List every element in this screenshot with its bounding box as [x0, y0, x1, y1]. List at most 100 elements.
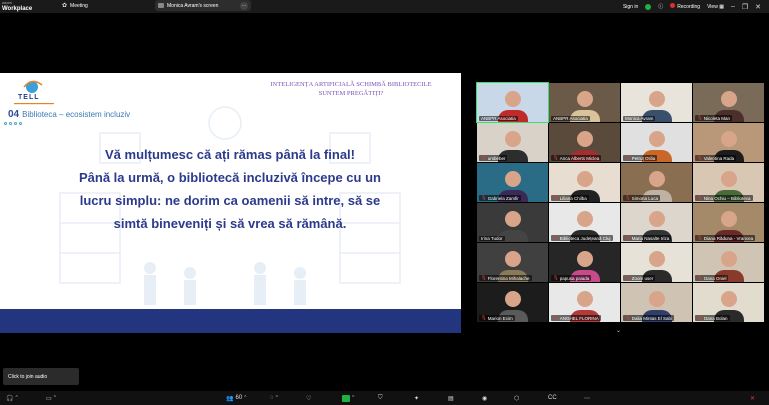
- sign-in-link[interactable]: Sign in: [623, 4, 638, 10]
- caret-up-icon: ^: [352, 395, 355, 401]
- participant-tile[interactable]: 🎙 Petruț Otilia: [621, 123, 692, 162]
- participant-tile[interactable]: 🎙 ANGHEL FLORINA: [549, 283, 620, 322]
- share-button[interactable]: ^: [342, 393, 354, 403]
- participant-video-face: [720, 170, 737, 187]
- participant-name-text: Nicoleta Man: [703, 115, 730, 121]
- summary-button[interactable]: ▤: [448, 393, 454, 403]
- muted-mic-icon: 🎙: [553, 315, 559, 320]
- camera-icon: ▭: [46, 395, 52, 402]
- participant-video-face: [576, 210, 593, 227]
- participant-tile[interactable]: 🎙 papusa paiada: [549, 243, 620, 282]
- meeting-toolbar: 🎧 ^ ▭ ^ 👥 60 ^ ◌ ^ ♡ ^ ⛉ ✦ ▤ ◉ ⬡ CC ⋯ ✕: [0, 391, 769, 405]
- participant-video-face: [576, 290, 593, 307]
- more-options-icon[interactable]: ⋯: [240, 1, 248, 10]
- audio-button[interactable]: 🎧 ^: [6, 393, 18, 403]
- join-audio-text: Click to join audio: [8, 373, 48, 380]
- participant-tile[interactable]: 🎙 Zoom user: [621, 243, 692, 282]
- muted-mic-icon: 🎙: [481, 315, 487, 320]
- video-button[interactable]: ▭ ^: [46, 393, 56, 403]
- captions-icon: CC: [548, 395, 557, 401]
- security-button[interactable]: ⛉: [378, 393, 383, 403]
- paw-icon: ✿: [62, 3, 68, 9]
- participant-tile[interactable]: 🎙 Simona Luca: [621, 163, 692, 202]
- participant-name-text: Diana Răduna - Vrancea: [703, 235, 754, 241]
- security-shield-icon[interactable]: [645, 3, 652, 10]
- chat-button[interactable]: ◌ ^: [270, 393, 278, 403]
- participant-tile[interactable]: 🎙 Diana Răduna - Vrancea: [693, 203, 764, 242]
- participant-tile[interactable]: ANBPR Asociatia: [549, 83, 620, 122]
- participant-tile[interactable]: 🎙 Oana Oniel: [693, 243, 764, 282]
- muted-mic-icon: 🎙: [625, 195, 631, 200]
- participant-name-text: Irina Tudor: [481, 236, 503, 241]
- screen-share-indicator[interactable]: Monica Avram's screen ⋯: [155, 0, 251, 11]
- participant-tile[interactable]: 🎙 ursbeber: [477, 123, 548, 162]
- participant-name: 🎙 Oana Bolan: [695, 315, 730, 321]
- record-icon: ◉: [482, 395, 488, 402]
- participant-tile[interactable]: 🎙 Florentina Mihalache: [477, 243, 548, 282]
- participant-tile[interactable]: 🎙 Oana Bolan: [693, 283, 764, 322]
- muted-mic-icon: 🎙: [697, 315, 703, 320]
- record-button[interactable]: ◉: [482, 393, 487, 403]
- participant-video-face: [648, 130, 665, 147]
- maximize-icon[interactable]: ❐: [742, 3, 748, 11]
- dot: [9, 122, 12, 125]
- minimize-icon[interactable]: –: [731, 3, 735, 10]
- participant-video-face: [576, 130, 593, 147]
- participant-tile[interactable]: 🎙 Nicoleta Man: [693, 83, 764, 122]
- view-button[interactable]: View ▦: [707, 4, 724, 10]
- participant-name-text: Anca Alberts Miclea: [559, 155, 600, 161]
- participant-tile[interactable]: ANBPR Asociatia: [476, 82, 549, 123]
- participant-tile[interactable]: 🎙 Nina Ochiu – Biblioteca: [693, 163, 764, 202]
- tell-logo: TELL: [4, 77, 64, 107]
- leave-button[interactable]: ✕: [750, 393, 755, 403]
- participant-video-face: [720, 290, 737, 307]
- more-button[interactable]: ⋯: [584, 393, 590, 403]
- participant-tile[interactable]: 🎙 Marion Ecim: [477, 283, 548, 322]
- participant-tile[interactable]: 🎙 Biblioteca Județeană Cluj: [549, 203, 620, 242]
- muted-mic-icon: 🎙: [625, 235, 631, 240]
- muted-mic-icon: 🎙: [553, 235, 559, 240]
- ai-companion-button[interactable]: ✦: [414, 393, 419, 403]
- participant-name-text: Marion Ecim: [487, 315, 513, 321]
- body-line: simtă bineveniți și să vrea să rămână.: [113, 216, 347, 231]
- info-icon[interactable]: ⓘ: [658, 3, 663, 10]
- participant-name: 🎙 Zoom user: [623, 275, 656, 281]
- participant-name-text: ursbeber: [487, 155, 506, 161]
- participants-button[interactable]: 👥 60 ^: [226, 393, 247, 403]
- participant-video-face: [504, 130, 521, 147]
- participant-tile[interactable]: 🎙 Anca Alberts Miclea: [549, 123, 620, 162]
- participant-name: 🎙 Oana Oniel: [695, 275, 729, 281]
- participant-tile[interactable]: 🎙 Liliana Chilba: [549, 163, 620, 202]
- participant-video-face: [720, 90, 737, 107]
- participant-name-text: Gabriela Zamfir: [487, 195, 519, 201]
- participant-name: 🎙 Maria Nasalte Iriza: [623, 235, 672, 241]
- muted-mic-icon: 🎙: [481, 195, 487, 200]
- header-line-2: SUNTEM PREGĂTIȚI?: [318, 90, 384, 97]
- participant-tile[interactable]: Irina Tudor: [477, 203, 548, 242]
- participant-name-text: Oana Bolan: [703, 315, 728, 321]
- participant-tile[interactable]: 🎙 Dalia Mintas El Sabi: [621, 283, 692, 322]
- heart-icon: ♡: [306, 395, 312, 402]
- participant-tile[interactable]: 🎙 Valentina Rada: [693, 123, 764, 162]
- participant-name-text: Liliana Chilba: [559, 195, 587, 201]
- logo-text: TELL: [18, 94, 40, 101]
- participant-tile[interactable]: 🎙 Gabriela Zamfir: [477, 163, 548, 202]
- chevron-down-icon[interactable]: ⌄: [616, 327, 621, 334]
- close-icon[interactable]: ✕: [755, 3, 761, 11]
- muted-mic-icon: 🎙: [553, 275, 559, 280]
- participant-video-face: [720, 250, 737, 267]
- participant-name: 🎙 Florentina Mihalache: [479, 275, 532, 281]
- participant-tile[interactable]: 🎙 Maria Nasalte Iriza: [621, 203, 692, 242]
- captions-button[interactable]: CC: [548, 393, 557, 403]
- muted-mic-icon: 🎙: [697, 155, 703, 160]
- apps-button[interactable]: ⬡: [514, 393, 519, 403]
- participant-video-face: [576, 90, 593, 107]
- join-audio-tooltip[interactable]: Click to join audio: [3, 368, 79, 385]
- participant-tile[interactable]: Monica Avram: [621, 83, 692, 122]
- react-button[interactable]: ♡: [306, 393, 311, 403]
- muted-mic-icon: 🎙: [481, 155, 487, 160]
- participant-name: 🎙 ursbeber: [479, 155, 508, 161]
- recording-indicator[interactable]: Recording: [670, 3, 700, 10]
- meeting-tab[interactable]: ✿ Meeting: [62, 2, 88, 10]
- participant-name: 🎙 Anca Alberts Miclea: [551, 155, 602, 161]
